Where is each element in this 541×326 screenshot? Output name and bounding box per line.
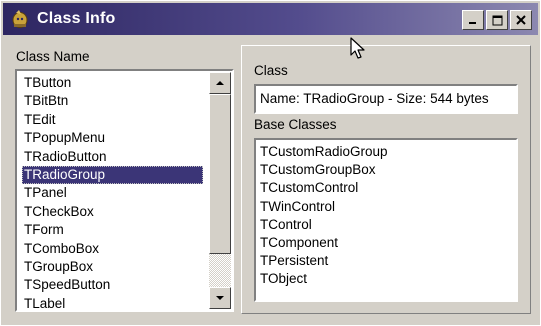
base-class-item: TCustomRadioGroup <box>260 144 388 159</box>
list-item[interactable]: TPopupMenu <box>22 129 203 147</box>
base-classes-list: TCustomRadioGroup TCustomGroupBox TCustomC… <box>260 143 388 289</box>
list-item[interactable]: TEdit <box>22 111 203 129</box>
window-controls <box>462 10 532 30</box>
base-class-item: TPersistent <box>260 253 329 269</box>
close-icon <box>516 15 526 25</box>
list-item[interactable]: TComboBox <box>22 240 203 258</box>
list-item[interactable]: TButton <box>22 74 203 92</box>
class-info-window: Class Info Class Name TButton TBitBtn TE… <box>0 0 541 326</box>
base-class-item: TCustomGroupBox <box>260 162 376 178</box>
base-class-item: TWinControl <box>260 198 336 214</box>
base-classes-label: Base Classes <box>254 117 337 132</box>
list-item[interactable]: TLabel <box>22 295 203 310</box>
list-item[interactable]: TRadioButton <box>22 148 203 166</box>
base-class-item: TCustomControl <box>260 180 359 196</box>
scroll-up-button[interactable] <box>209 72 231 94</box>
base-class-item: TControl <box>260 216 312 232</box>
list-item[interactable]: TSpeedButton <box>22 276 203 294</box>
class-label: Class <box>254 63 288 78</box>
list-item[interactable]: TBitBtn <box>22 92 203 110</box>
class-info-value: Name: TRadioGroup - Size: 544 bytes <box>260 91 489 106</box>
list-item[interactable]: TRadioGroup <box>22 165 203 185</box>
base-classes-box[interactable]: TCustomRadioGroup TCustomGroupBox TCustomC… <box>254 138 518 302</box>
maximize-icon <box>492 15 502 25</box>
list-item[interactable]: TPanel <box>22 184 203 202</box>
scroll-thumb[interactable] <box>209 94 231 254</box>
list-item[interactable]: TForm <box>22 221 203 239</box>
close-button[interactable] <box>510 10 532 30</box>
list-item[interactable]: TCheckBox <box>22 203 203 221</box>
base-class-item: TObject <box>260 271 308 287</box>
class-name-list: TButton TBitBtn TEdit TPopupMenu TRadioButto… <box>22 74 203 310</box>
arrow-down-icon <box>216 296 224 300</box>
list-item[interactable]: TGroupBox <box>22 258 203 276</box>
window-title: Class Info <box>37 10 116 27</box>
class-name-label: Class Name <box>16 49 90 64</box>
minimize-button[interactable] <box>462 10 484 30</box>
app-icon[interactable] <box>9 8 31 30</box>
scroll-down-button[interactable] <box>209 287 231 309</box>
arrow-up-icon <box>216 81 224 85</box>
mouse-pointer-icon <box>350 37 366 66</box>
class-info-field[interactable]: Name: TRadioGroup - Size: 544 bytes <box>254 84 518 114</box>
class-list-scrollbar[interactable] <box>209 72 231 309</box>
class-name-listbox[interactable]: TButton TBitBtn TEdit TPopupMenu TRadioButto… <box>15 69 234 312</box>
base-class-item: TComponent <box>260 234 339 250</box>
maximize-button[interactable] <box>486 10 508 30</box>
minimize-icon <box>469 22 476 24</box>
title-bar[interactable]: Class Info <box>3 3 538 35</box>
